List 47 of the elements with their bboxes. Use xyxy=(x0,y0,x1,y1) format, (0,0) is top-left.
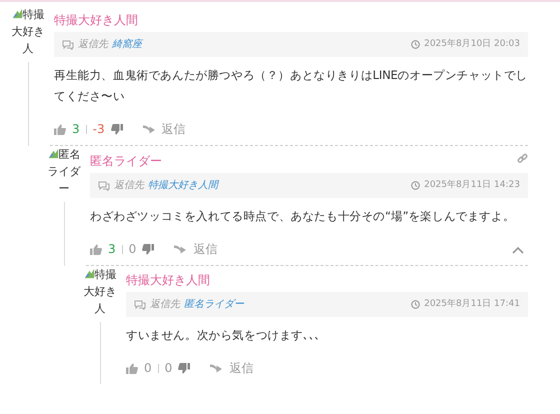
reply-to-label: 返信先 xyxy=(150,298,180,312)
broken-image-icon xyxy=(84,268,94,279)
thumbs-up-icon[interactable] xyxy=(126,362,138,374)
reply-to-label: 返信先 xyxy=(78,38,108,52)
comment-date: 2025年8月10日 20:03 xyxy=(424,38,520,51)
collapse-icon[interactable] xyxy=(512,246,524,254)
like-count: 0 xyxy=(144,360,152,377)
avatar-alt-text: 匿名ライダー xyxy=(46,147,82,197)
dislike-count: -3 xyxy=(92,121,105,138)
comment-text: わざわざツッコミを入れてる時点で、あなたも十分その“場”を楽しんでますよ。 xyxy=(90,208,516,225)
author-name[interactable]: 特撮大好き人間 xyxy=(54,11,138,29)
clock-icon xyxy=(411,40,420,49)
like-count: 3 xyxy=(72,121,80,138)
thumbs-up-icon[interactable] xyxy=(54,124,66,134)
reply-button[interactable]: 返信 xyxy=(210,359,254,377)
thumbs-up-icon[interactable] xyxy=(90,244,102,254)
author-name[interactable]: 特撮大好き人間 xyxy=(126,271,210,289)
reply-arrow-icon xyxy=(174,244,188,254)
comment-icon xyxy=(62,40,74,50)
avatar-alt-text: 特撮大好き人 xyxy=(82,267,118,317)
dislike-count: 0 xyxy=(128,241,136,258)
comment-icon xyxy=(134,300,146,310)
comment-text: すいません。次から気をつけます､､､ xyxy=(126,327,322,344)
clock-icon xyxy=(411,300,420,309)
broken-image-icon xyxy=(48,148,58,159)
reply-to-link[interactable]: 特撮大好き人間 xyxy=(148,178,218,193)
like-count: 3 xyxy=(108,241,116,258)
thumbs-down-icon[interactable] xyxy=(178,362,190,374)
comment-date: 2025年8月11日 14:23 xyxy=(424,178,520,192)
author-name[interactable]: 匿名ライダー xyxy=(90,152,162,170)
thumbs-down-icon[interactable] xyxy=(142,244,154,254)
link-icon[interactable] xyxy=(517,153,528,164)
reply-to-label: 返信先 xyxy=(114,178,144,193)
reply-button[interactable]: 返信 xyxy=(142,120,186,138)
reply-button[interactable]: 返信 xyxy=(174,240,218,258)
comment-text: 再生能力、血鬼術であんたが勝つやろ（？）あとなりきりはLINEのオープンチャットでしてくださ〜い xyxy=(54,67,528,105)
reply-arrow-icon xyxy=(142,124,156,134)
comment-icon xyxy=(98,180,110,190)
comment-date: 2025年8月11日 17:41 xyxy=(424,298,520,311)
avatar-alt-text: 特撮大好き人 xyxy=(10,7,46,57)
thumbs-down-icon[interactable] xyxy=(110,124,123,134)
reply-arrow-icon xyxy=(210,363,224,373)
reply-to-link[interactable]: 匿名ライダー xyxy=(184,297,244,312)
clock-icon xyxy=(411,181,420,190)
broken-image-icon xyxy=(12,8,22,19)
dislike-count: 0 xyxy=(164,360,172,377)
reply-to-link[interactable]: 綺窩座 xyxy=(112,37,142,52)
